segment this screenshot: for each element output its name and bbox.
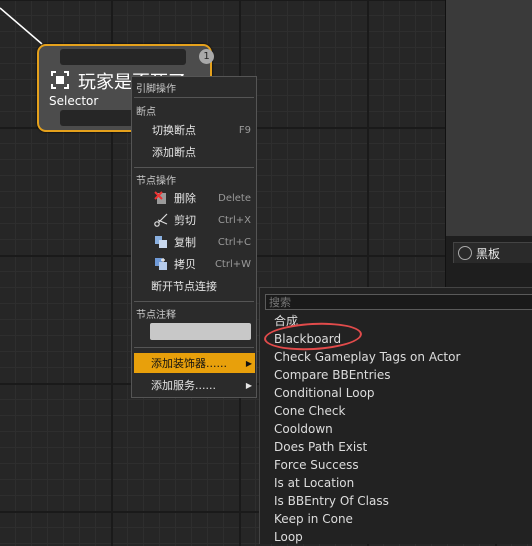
decorator-option[interactable]: Does Path Exist: [274, 438, 367, 456]
node-context-menu: 引脚操作 断点 切换断点 F9 添加断点 节点操作 删除 Delete 剪切 C…: [131, 76, 257, 398]
scissors-icon: [154, 213, 168, 227]
duplicate-label: 拷贝: [174, 258, 196, 271]
toggle-breakpoint-label: 切换断点: [152, 124, 196, 137]
copy-shortcut: Ctrl+C: [217, 236, 251, 248]
node-comment-input[interactable]: [150, 323, 251, 340]
add-service-label: 添加服务......: [151, 379, 216, 392]
break-node-links-item[interactable]: 断开节点连接: [134, 276, 255, 296]
decorator-option[interactable]: Conditional Loop: [274, 384, 375, 402]
copy-icon: [155, 236, 167, 248]
decorator-option[interactable]: Keep in Cone: [274, 510, 353, 528]
menu-header: 引脚操作: [136, 84, 176, 95]
duplicate-shortcut: Ctrl+W: [214, 258, 251, 270]
add-breakpoint-label: 添加断点: [152, 146, 196, 159]
cut-shortcut: Ctrl+X: [217, 214, 251, 226]
copy-label: 复制: [174, 236, 196, 249]
duplicate-icon: [155, 258, 167, 270]
decorator-option[interactable]: Force Success: [274, 456, 359, 474]
copy-item[interactable]: 复制 Ctrl+C: [134, 232, 255, 252]
graph-connection-wire: [0, 7, 43, 45]
decorator-option[interactable]: Loop: [274, 528, 303, 546]
submenu-arrow-icon: ▶: [245, 380, 252, 390]
decorator-option[interactable]: Cooldown: [274, 420, 333, 438]
submenu-arrow-icon: ▶: [245, 358, 252, 368]
breakpoints-section-label: 断点: [136, 107, 156, 118]
selector-icon: [51, 71, 69, 89]
toggle-breakpoint-item[interactable]: 切换断点 F9: [134, 120, 255, 140]
blackboard-tab-label: 黑板: [476, 246, 501, 261]
decorator-option[interactable]: Is BBEntry Of Class: [274, 492, 389, 510]
menu-divider: [134, 97, 254, 98]
details-panel-body: [446, 0, 532, 236]
blackboard-tab[interactable]: 黑板: [453, 242, 532, 263]
decorator-option[interactable]: Compare BBEntries: [274, 366, 391, 384]
node-comment-section-label: 节点注释: [136, 310, 176, 321]
node-actions-section-label: 节点操作: [136, 176, 176, 187]
decorator-option[interactable]: Is at Location: [274, 474, 354, 492]
add-breakpoint-item[interactable]: 添加断点: [134, 142, 255, 162]
break-node-links-label: 断开节点连接: [151, 280, 217, 293]
add-service-item[interactable]: 添加服务...... ▶: [134, 375, 255, 395]
decorator-search-input[interactable]: 搜索: [265, 294, 532, 310]
blackboard-icon: [458, 246, 472, 260]
add-decorator-item[interactable]: 添加装饰器...... ▶: [134, 353, 255, 373]
delete-item[interactable]: 删除 Delete: [134, 188, 255, 208]
decorator-option[interactable]: Check Gameplay Tags on Actor: [274, 348, 460, 366]
menu-divider: [134, 167, 254, 168]
delete-shortcut: Delete: [218, 192, 251, 204]
delete-icon: [154, 191, 166, 204]
toggle-breakpoint-shortcut: F9: [238, 124, 251, 136]
duplicate-item[interactable]: 拷贝 Ctrl+W: [134, 254, 255, 274]
cut-item[interactable]: 剪切 Ctrl+X: [134, 210, 255, 230]
cut-label: 剪切: [174, 214, 196, 227]
node-subtitle: Selector: [49, 94, 99, 108]
decorator-option[interactable]: Cone Check: [274, 402, 345, 420]
menu-divider: [134, 347, 254, 348]
delete-label: 删除: [174, 192, 196, 205]
node-input-pin[interactable]: [60, 49, 186, 65]
add-decorator-label: 添加装饰器......: [151, 357, 227, 370]
execution-order-badge: 1: [199, 49, 214, 64]
menu-divider: [134, 301, 254, 302]
